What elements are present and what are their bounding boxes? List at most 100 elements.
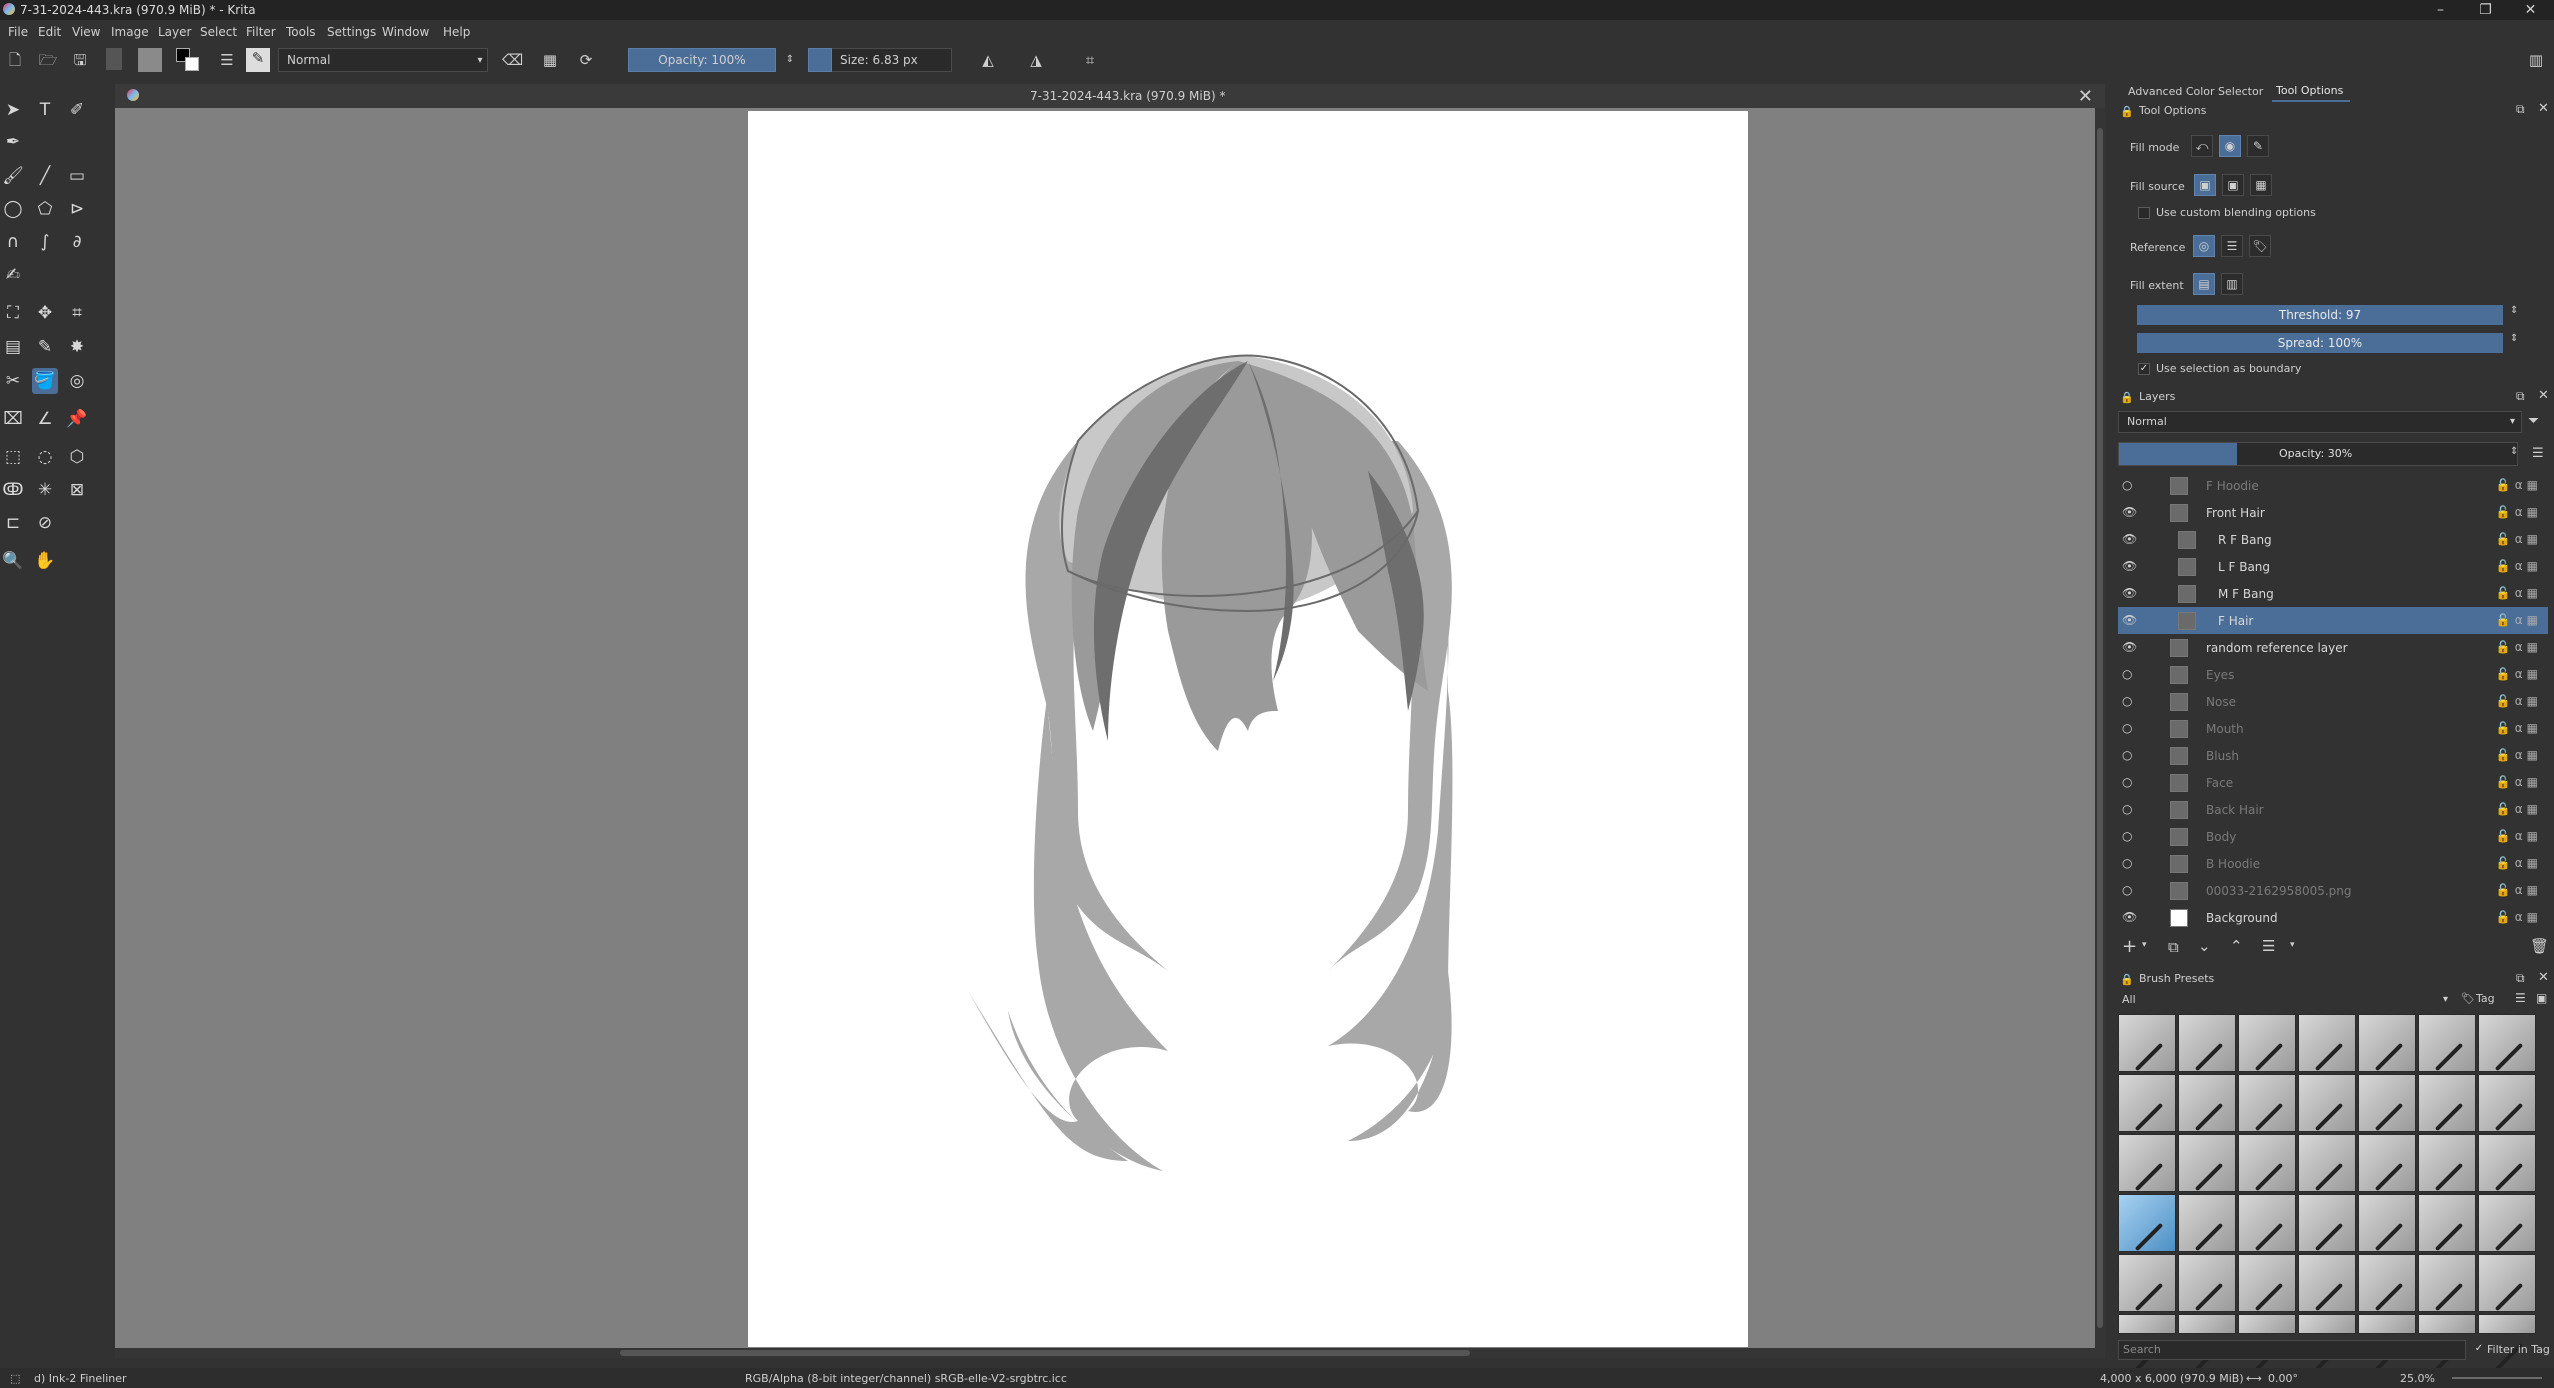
brush-tag-button[interactable]: Tag	[2476, 992, 2495, 1005]
spread-stepper-icon[interactable]: ⇕	[2510, 333, 2518, 344]
layer-lock-alpha-icons[interactable]: 🔓α▦	[2496, 694, 2542, 708]
brush-preset-thumbnail[interactable]	[2298, 1194, 2356, 1252]
colorize-mask-tool-icon[interactable]: ✂	[0, 368, 26, 394]
calligraphy-tool-icon[interactable]: ✒	[0, 129, 26, 155]
fill-mode-fill-similar-icon[interactable]: ⤺	[2191, 135, 2213, 157]
brush-view-mode-icon[interactable]: ☰	[2515, 991, 2526, 1005]
brush-preset-thumbnail[interactable]	[2118, 1314, 2176, 1334]
dynamic-brush-tool-icon[interactable]: ∂	[64, 229, 90, 255]
size-slider[interactable]: Size: 6.83 px	[832, 48, 952, 72]
layer-lock-alpha-icons[interactable]: 🔓α▦	[2496, 505, 2542, 519]
layer-properties-icon[interactable]: ☰	[2262, 937, 2275, 955]
layer-lock-alpha-icons[interactable]: 🔓α▦	[2496, 775, 2542, 789]
layer-lock-alpha-icons[interactable]: 🔓α▦	[2496, 829, 2542, 843]
menu-view[interactable]: View	[72, 25, 100, 39]
brush-preset-thumbnail[interactable]	[2238, 1134, 2296, 1192]
eye-icon[interactable]: 👁	[2122, 505, 2137, 519]
freehand-path-tool-icon[interactable]: ∫	[32, 229, 58, 255]
eye-hidden-icon[interactable]: ○	[2122, 802, 2136, 816]
layer-row[interactable]: ○ B Hoodie 🔓α▦	[2118, 850, 2548, 877]
bezier-tool-icon[interactable]: ∩	[0, 229, 26, 255]
layer-row[interactable]: 👁 M F Bang 🔓α▦	[2118, 580, 2548, 607]
crop-tool-icon[interactable]: ⌗	[64, 300, 90, 326]
layers-close-icon[interactable]: ✕	[2538, 388, 2549, 403]
lock-icon[interactable]: 🔒	[2120, 105, 2134, 118]
vertical-scroll-thumb[interactable]	[2097, 128, 2103, 1328]
polygon-selection-tool-icon[interactable]: ⬡	[64, 444, 90, 470]
brush-preset-thumbnail[interactable]	[2118, 1194, 2176, 1252]
select-shapes-tool-icon[interactable]: ➤	[0, 97, 26, 123]
workspace-chooser-icon[interactable]: ▥	[2526, 50, 2546, 70]
brush-preset-thumbnail[interactable]	[2418, 1134, 2476, 1192]
close-window-button[interactable]: ✕	[2508, 0, 2553, 20]
menu-file[interactable]: File	[8, 25, 28, 39]
layer-row[interactable]: ○ Mouth 🔓α▦	[2118, 715, 2548, 742]
multibrush-tool-icon[interactable]: ✍	[0, 262, 26, 288]
menu-layer[interactable]: Layer	[158, 25, 191, 39]
similar-selection-tool-icon[interactable]: ⊠	[64, 477, 90, 503]
brush-preset-thumbnail[interactable]	[2238, 1314, 2296, 1334]
layer-lock-alpha-icons[interactable]: 🔓α▦	[2496, 478, 2542, 492]
text-tool-icon[interactable]: T	[32, 97, 58, 123]
eye-hidden-icon[interactable]: ○	[2122, 667, 2136, 681]
layer-lock-alpha-icons[interactable]: 🔓α▦	[2496, 532, 2542, 546]
rectangle-tool-icon[interactable]: ▭	[64, 163, 90, 189]
layer-lock-alpha-icons[interactable]: 🔓α▦	[2496, 910, 2542, 924]
brush-preset-thumbnail[interactable]	[2298, 1134, 2356, 1192]
brush-tag-filter-select[interactable]: All ▾	[2118, 991, 2452, 1009]
layer-lock-alpha-icons[interactable]: 🔓α▦	[2496, 721, 2542, 735]
brush-preset-icon[interactable]: ✎	[246, 48, 270, 72]
brush-preset-thumbnail[interactable]	[2418, 1074, 2476, 1132]
threshold-stepper-icon[interactable]: ⇕	[2510, 305, 2518, 316]
line-tool-icon[interactable]: ╱	[32, 163, 58, 189]
brush-preset-thumbnail[interactable]	[2178, 1314, 2236, 1334]
document-tab[interactable]: 7-31-2024-443.kra (970.9 MiB) * ✕	[115, 84, 2105, 108]
spread-slider[interactable]: Spread: 100%	[2137, 333, 2503, 353]
eye-hidden-icon[interactable]: ○	[2122, 748, 2136, 762]
reference-images-tool-icon[interactable]: 📌	[64, 406, 90, 432]
menu-help[interactable]: Help	[443, 25, 470, 39]
mirror-horizontal-icon[interactable]: ◭	[978, 50, 998, 70]
add-layer-icon[interactable]: +	[2122, 936, 2137, 957]
float-docker-icon[interactable]: ⧉	[2516, 102, 2525, 117]
eye-icon[interactable]: 👁	[2122, 640, 2137, 654]
eye-hidden-icon[interactable]: ○	[2122, 883, 2136, 897]
delete-layer-icon[interactable]: 🗑	[2530, 937, 2549, 955]
layer-filter-icon[interactable]: ⏷	[2528, 413, 2539, 429]
duplicate-layer-icon[interactable]: ⧉	[2168, 938, 2179, 956]
bezier-selection-tool-icon[interactable]: ⊏	[0, 510, 26, 536]
menu-filter[interactable]: Filter	[246, 25, 276, 39]
fill-extent-similar-icon[interactable]: ▤	[2193, 273, 2215, 295]
custom-blending-checkbox[interactable]	[2138, 207, 2150, 219]
brush-preset-thumbnail[interactable]	[2358, 1254, 2416, 1312]
brush-preset-thumbnail[interactable]	[2418, 1194, 2476, 1252]
layer-lock-alpha-icons[interactable]: 🔓α▦	[2496, 856, 2542, 870]
color-profile-label[interactable]: RGB/Alpha (8-bit integer/channel) sRGB-e…	[745, 1372, 1067, 1385]
layer-row[interactable]: ○ Nose 🔓α▦	[2118, 688, 2548, 715]
rotation-value[interactable]: 0.00°	[2268, 1372, 2298, 1385]
layer-menu-icon[interactable]: ☰	[2532, 446, 2544, 461]
layer-opacity-stepper-icon[interactable]: ⇕	[2510, 446, 2518, 457]
fg-bg-color-icon[interactable]	[176, 48, 200, 72]
layer-properties-chevron-icon[interactable]: ▾	[2290, 940, 2295, 950]
layer-lock-alpha-icons[interactable]: 🔓α▦	[2496, 802, 2542, 816]
close-docker-icon[interactable]: ✕	[2538, 101, 2549, 116]
eye-icon[interactable]: 👁	[2122, 559, 2137, 573]
threshold-slider[interactable]: Threshold: 97	[2137, 305, 2503, 325]
eye-hidden-icon[interactable]: ○	[2122, 856, 2136, 870]
brush-presets-lock-icon[interactable]: 🔒	[2120, 973, 2134, 986]
new-document-icon[interactable]: 🗋	[5, 50, 25, 70]
layer-lock-alpha-icons[interactable]: 🔓α▦	[2496, 559, 2542, 573]
layer-lock-alpha-icons[interactable]: 🔓α▦	[2496, 613, 2542, 627]
eye-hidden-icon[interactable]: ○	[2122, 478, 2136, 492]
blend-mode-select[interactable]: Normal	[278, 48, 488, 72]
brush-preset-thumbnail[interactable]	[2178, 1134, 2236, 1192]
menu-image[interactable]: Image	[111, 25, 149, 39]
zoom-slider[interactable]	[2452, 1377, 2542, 1379]
brush-preset-thumbnail[interactable]	[2298, 1014, 2356, 1072]
brush-preset-thumbnail[interactable]	[2178, 1074, 2236, 1132]
brush-search-input[interactable]: Search	[2118, 1340, 2466, 1360]
freehand-brush-tool-icon[interactable]: 🖌	[0, 163, 26, 189]
chevron-down-icon[interactable]: ▾	[470, 51, 490, 71]
mirror-vertical-icon[interactable]: ◮	[1026, 50, 1046, 70]
